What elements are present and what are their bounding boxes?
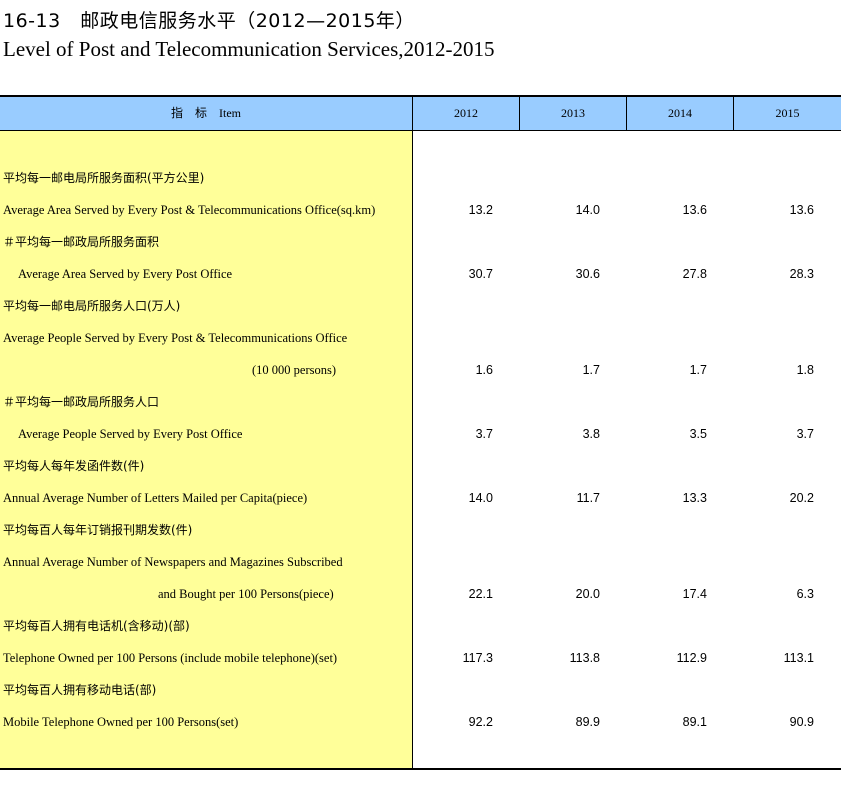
value-cell-2012: 1.6 <box>475 363 493 377</box>
table-row: Average People Served by Every Post Offi… <box>0 418 841 450</box>
table-row: 平均每百人拥有电话机(含移动)(部) <box>0 610 841 642</box>
row-label-chinese: ＃平均每一邮政局所服务面积 <box>3 235 160 249</box>
header-year-2015: 2015 <box>775 106 800 120</box>
table-row: ＃平均每一邮政局所服务面积 <box>0 226 841 258</box>
table-row: Average Area Served by Every Post & Tele… <box>0 194 841 226</box>
header-year-2014: 2014 <box>668 106 692 120</box>
value-cell-2012: 3.7 <box>475 427 493 441</box>
value-cell-2014: 112.9 <box>676 651 707 665</box>
value-cell-2015: 28.3 <box>789 267 814 281</box>
row-label-english: Average Area Served by Every Post Office <box>18 267 233 281</box>
table-row: Annual Average Number of Letters Mailed … <box>0 482 841 514</box>
value-cell-2014: 89.1 <box>682 715 707 729</box>
value-cell-2015: 1.8 <box>796 363 814 377</box>
value-cell-2015: 113.1 <box>783 651 814 665</box>
row-label-english: Annual Average Number of Letters Mailed … <box>3 491 308 505</box>
table-title-chinese: 16-13 邮政电信服务水平（2012—2015年） <box>3 10 415 32</box>
header-year-2013: 2013 <box>561 106 585 120</box>
value-cell-2015: 90.9 <box>789 715 814 729</box>
row-label-chinese: 平均每一邮电局所服务人口(万人) <box>3 299 181 313</box>
table-row: Mobile Telephone Owned per 100 Persons(s… <box>0 706 841 738</box>
value-cell-2013: 113.8 <box>569 651 600 665</box>
table-row: Telephone Owned per 100 Persons (include… <box>0 642 841 674</box>
value-cell-2012: 117.3 <box>462 651 493 665</box>
row-label-english: Telephone Owned per 100 Persons (include… <box>3 651 338 665</box>
value-cell-2013: 89.9 <box>575 715 600 729</box>
value-cell-2015: 6.3 <box>796 587 814 601</box>
row-label-chinese: 平均每人每年发函件数(件) <box>3 459 145 473</box>
row-label-english: Mobile Telephone Owned per 100 Persons(s… <box>3 715 239 729</box>
value-cell-2013: 1.7 <box>582 363 600 377</box>
value-cell-2012: 30.7 <box>468 267 493 281</box>
value-cell-2014: 3.5 <box>689 427 707 441</box>
table-row: 平均每百人拥有移动电话(部) <box>0 674 841 706</box>
value-cell-2015: 20.2 <box>789 491 814 505</box>
row-label-chinese: 平均每百人拥有移动电话(部) <box>3 683 157 697</box>
value-cell-2014: 13.3 <box>682 491 707 505</box>
table-row: 平均每百人每年订销报刊期发数(件) <box>0 514 841 546</box>
row-label-chinese: 平均每百人拥有电话机(含移动)(部) <box>3 619 190 633</box>
value-cell-2013: 3.8 <box>582 427 600 441</box>
row-label-english: and Bought per 100 Persons(piece) <box>158 587 334 601</box>
row-label-english: Average People Served by Every Post & Te… <box>3 331 348 345</box>
row-label-english: Annual Average Number of Newspapers and … <box>3 555 343 569</box>
value-cell-2013: 11.7 <box>576 491 600 505</box>
table-row: Average Area Served by Every Post Office… <box>0 258 841 290</box>
value-cell-2015: 3.7 <box>796 427 814 441</box>
header-item: 指 标 Item <box>171 106 241 120</box>
row-label-chinese: 平均每一邮电局所服务面积(平方公里) <box>3 171 205 185</box>
value-cell-2013: 30.6 <box>575 267 600 281</box>
table-row: Annual Average Number of Newspapers and … <box>0 546 841 578</box>
value-cell-2013: 14.0 <box>575 203 600 217</box>
table-row: 平均每人每年发函件数(件) <box>0 450 841 482</box>
value-cell-2014: 13.6 <box>682 203 707 217</box>
table-row: Average People Served by Every Post & Te… <box>0 322 841 354</box>
table-header: 指 标 Item 2012 2013 2014 2015 <box>0 97 841 131</box>
header-year-2012: 2012 <box>454 106 478 120</box>
row-label-chinese: ＃平均每一邮政局所服务人口 <box>3 395 160 409</box>
value-cell-2013: 20.0 <box>575 587 600 601</box>
bottom-rule <box>0 768 841 770</box>
value-cell-2014: 17.4 <box>682 587 707 601</box>
table-title-english: Level of Post and Telecommunication Serv… <box>3 37 495 61</box>
value-cell-2012: 92.2 <box>468 715 493 729</box>
table-row: ＃平均每一邮政局所服务人口 <box>0 386 841 418</box>
table-row: and Bought per 100 Persons(piece) 22.1 20.… <box>0 578 841 610</box>
value-cell-2012: 14.0 <box>468 491 493 505</box>
row-label-english: Average Area Served by Every Post & Tele… <box>3 203 376 217</box>
value-cell-2014: 27.8 <box>682 267 707 281</box>
value-cell-2012: 13.2 <box>468 203 493 217</box>
value-cell-2012: 22.1 <box>468 587 493 601</box>
value-cell-2015: 13.6 <box>789 203 814 217</box>
row-label-english: Average People Served by Every Post Offi… <box>18 427 243 441</box>
table-row: 平均每一邮电局所服务人口(万人) <box>0 290 841 322</box>
table-row: (10 000 persons) 1.6 1.7 1.7 1.8 <box>0 354 841 386</box>
row-label-english: (10 000 persons) <box>252 363 337 377</box>
table-row: 平均每一邮电局所服务面积(平方公里) <box>0 162 841 194</box>
value-cell-2014: 1.7 <box>689 363 707 377</box>
row-label-chinese: 平均每百人每年订销报刊期发数(件) <box>3 523 193 537</box>
